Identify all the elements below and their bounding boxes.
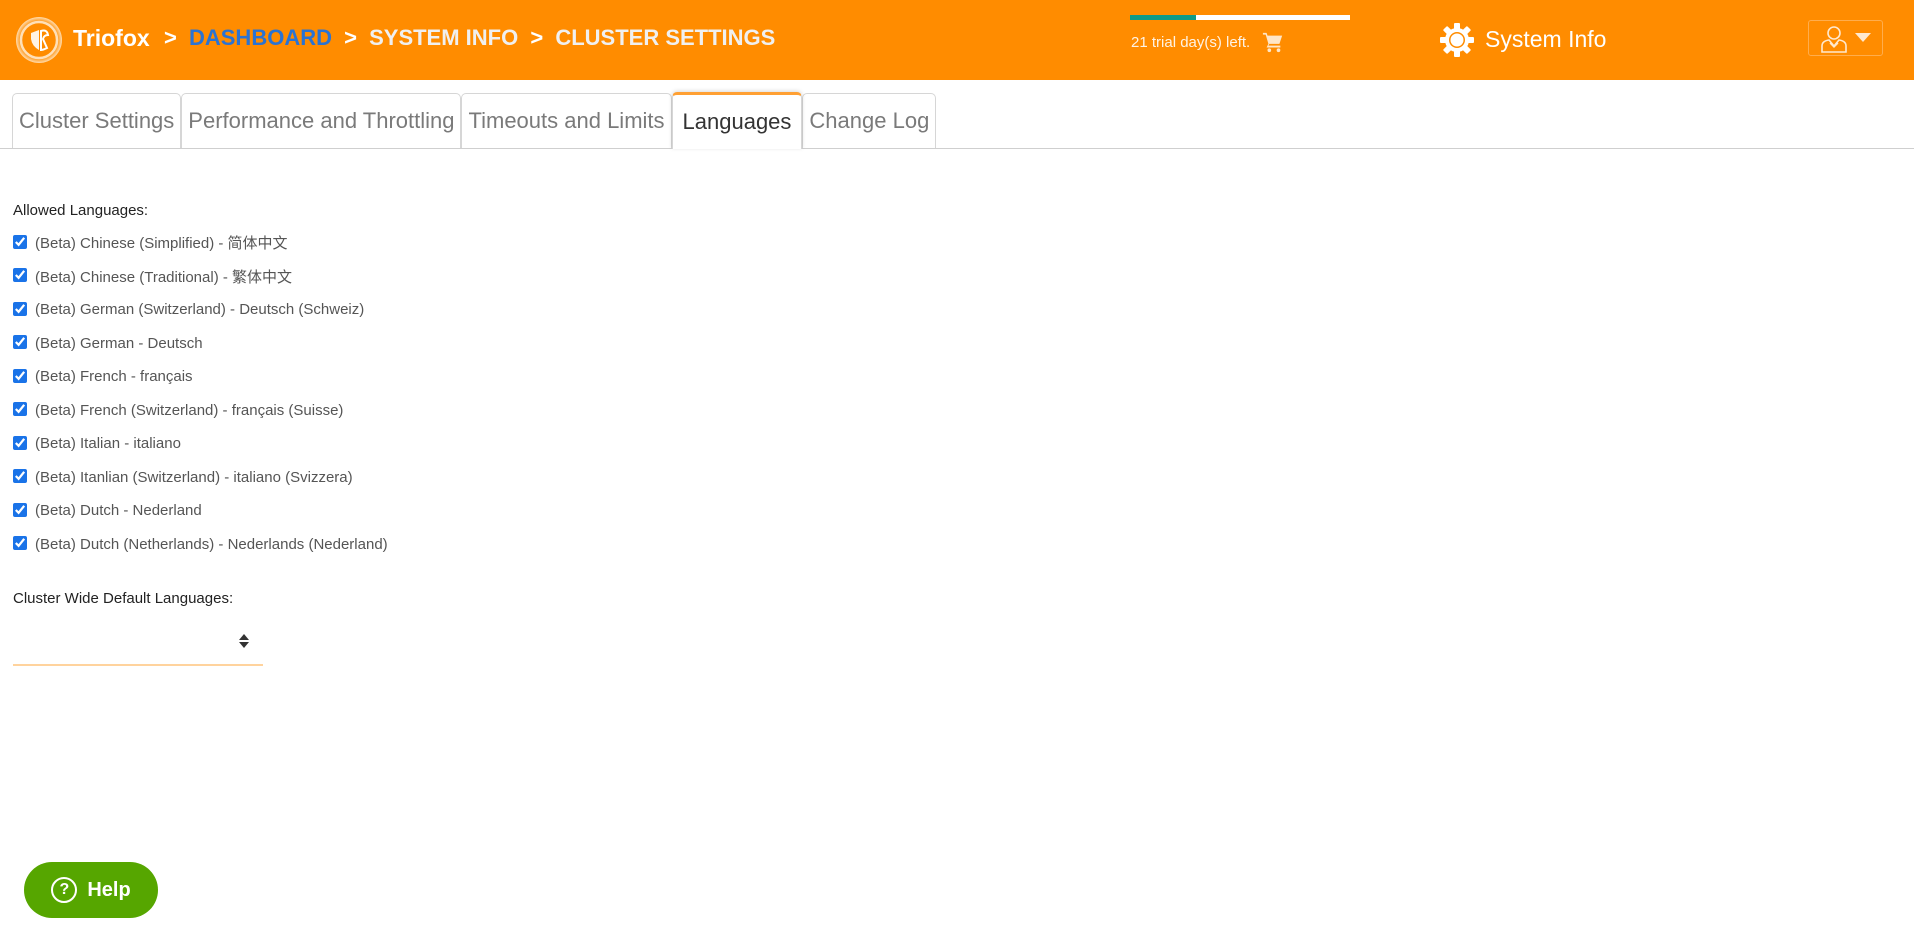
help-button[interactable]: ? Help [24,862,158,918]
tab-change-log[interactable]: Change Log [802,93,937,148]
default-languages-label: Cluster Wide Default Languages: [13,590,234,607]
language-item: (Beta) Dutch (Netherlands) - Nederlands … [13,531,388,565]
language-checkbox[interactable] [13,368,27,383]
language-checkbox[interactable] [13,502,27,517]
language-checkbox[interactable] [13,234,27,249]
tab-divider [0,148,1914,149]
language-item: (Beta) German (Switzerland) - Deutsch (S… [13,296,388,330]
help-label: Help [87,878,131,901]
breadcrumb-system-info: SYSTEM INFO [369,25,519,50]
language-label[interactable]: (Beta) Italian - italiano [35,435,181,452]
trial-days-left: 21 trial day(s) left. [1131,34,1251,51]
language-label[interactable]: (Beta) Dutch - Nederland [35,502,202,519]
breadcrumb-dashboard-link[interactable]: DASHBOARD [189,25,332,50]
tab-cluster-settings[interactable]: Cluster Settings [12,93,182,148]
settings-tabs: Cluster Settings Performance and Throttl… [12,92,937,149]
question-circle-icon: ? [51,877,78,903]
language-label[interactable]: (Beta) French - français [35,368,193,385]
language-label[interactable]: (Beta) Chinese (Traditional) - 繁体中文 [35,266,292,287]
language-label[interactable]: (Beta) Itanlian (Switzerland) - italiano… [35,469,353,486]
top-header: Triofox > DASHBOARD > SYSTEM INFO > CLUS… [0,0,1914,80]
breadcrumb-cluster-settings: CLUSTER SETTINGS [555,25,776,50]
language-item: (Beta) Chinese (Traditional) - 繁体中文 [13,263,388,297]
language-label[interactable]: (Beta) German (Switzerland) - Deutsch (S… [35,301,364,318]
language-label[interactable]: (Beta) Chinese (Simplified) - 简体中文 [35,232,288,253]
language-checkbox[interactable] [13,536,27,551]
language-checkbox[interactable] [13,435,27,450]
user-icon [1821,26,1847,53]
language-label[interactable]: (Beta) Dutch (Netherlands) - Nederlands … [35,536,388,553]
breadcrumb-separator: > [530,25,544,50]
tab-languages[interactable]: Languages [671,92,803,149]
language-item: (Beta) German - Deutsch [13,330,388,364]
select-sort-arrows-icon [239,634,249,650]
language-item: (Beta) French (Switzerland) - français (… [13,397,388,431]
breadcrumb-separator: > [164,25,177,50]
language-checkbox[interactable] [13,402,27,417]
tab-performance-and-throttling[interactable]: Performance and Throttling [181,93,462,148]
language-item: (Beta) French - français [13,363,388,397]
language-checkbox[interactable] [13,301,27,316]
language-item: (Beta) Itanlian (Switzerland) - italiano… [13,464,388,498]
language-item: (Beta) Dutch - Nederland [13,497,388,531]
tab-timeouts-and-limits[interactable]: Timeouts and Limits [461,93,672,148]
language-label[interactable]: (Beta) French (Switzerland) - français (… [35,402,343,419]
trial-progress-bar [1130,15,1350,20]
language-label[interactable]: (Beta) German - Deutsch [35,335,203,352]
gear-icon [1439,22,1475,58]
allowed-languages-list: (Beta) Chinese (Simplified) - 简体中文 (Beta… [13,229,388,564]
brand-name: Triofox [73,25,150,51]
section-title: System Info [1485,26,1607,52]
breadcrumb: > DASHBOARD > SYSTEM INFO > CLUSTER SETT… [158,25,775,51]
language-item: (Beta) Chinese (Simplified) - 简体中文 [13,229,388,263]
user-menu-button[interactable] [1808,20,1883,56]
default-language-select[interactable] [13,620,263,666]
breadcrumb-separator: > [344,25,357,50]
language-item: (Beta) Italian - italiano [13,430,388,464]
language-checkbox[interactable] [13,469,27,484]
shopping-cart-icon[interactable] [1262,31,1284,53]
triofox-logo-icon[interactable] [16,17,62,63]
caret-down-icon [1855,33,1871,42]
trial-progress-fill [1130,15,1196,20]
language-checkbox[interactable] [13,335,27,350]
language-checkbox[interactable] [13,268,27,283]
allowed-languages-label: Allowed Languages: [13,202,149,219]
